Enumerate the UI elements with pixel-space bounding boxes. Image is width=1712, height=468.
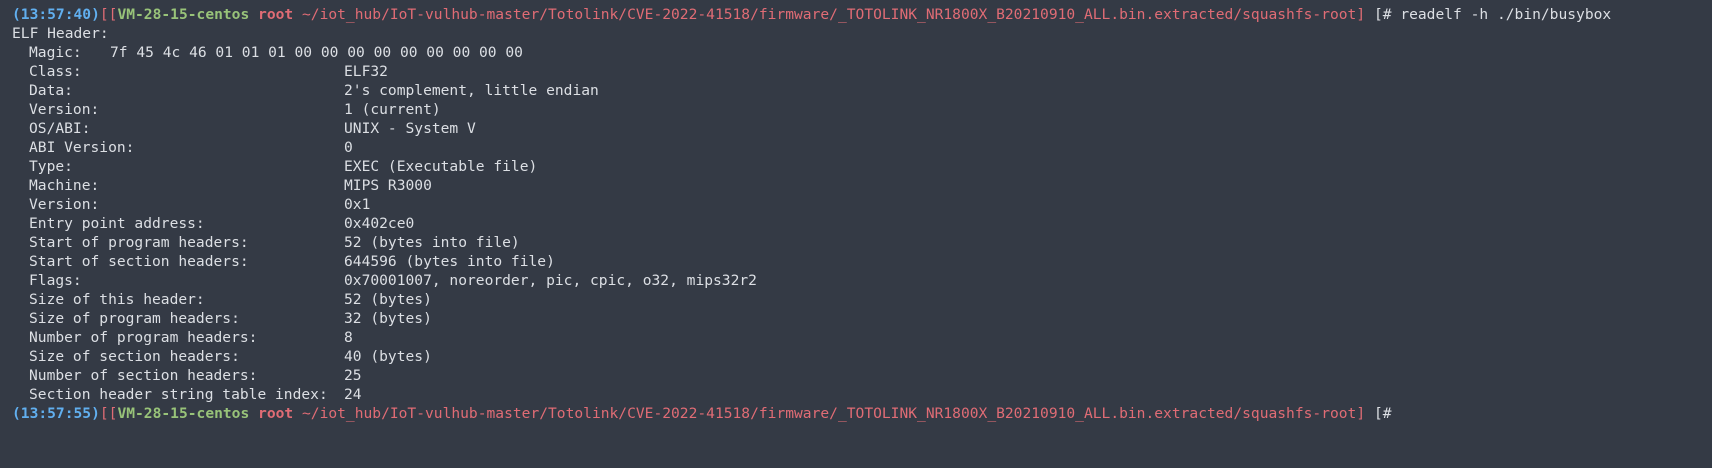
prompt-bracket-open: [[ — [99, 405, 118, 422]
prompt-hash: [# — [1373, 6, 1392, 23]
command-text: readelf -h ./bin/busybox — [1400, 6, 1612, 23]
elf-field-row: Machine: MIPS R3000 — [12, 176, 1712, 195]
prompt-line-2[interactable]: (13:57:55)[[VM-28-15-centos root ~/iot_h… — [12, 404, 1712, 423]
prompt-host: VM-28-15-centos — [117, 6, 250, 23]
field-key: Start of section headers: — [29, 253, 249, 270]
field-value: 52 (bytes) — [344, 291, 432, 308]
elf-field-row: Size of this header: 52 (bytes) — [12, 290, 1712, 309]
elf-field-row: Data: 2's complement, little endian — [12, 81, 1712, 100]
prompt-path: ~/iot_hub/IoT-vulhub-master/Totolink/CVE… — [302, 6, 1357, 23]
field-key: Number of program headers: — [29, 329, 258, 346]
field-value: 644596 (bytes into file) — [344, 253, 555, 270]
field-value: 0x70001007, noreorder, pic, cpic, o32, m… — [344, 272, 757, 289]
field-value: 40 (bytes) — [344, 348, 432, 365]
prompt-hash: [# — [1373, 405, 1392, 422]
field-key: Size of section headers: — [29, 348, 240, 365]
field-key: Data: — [29, 82, 73, 99]
elf-field-row: OS/ABI: UNIX - System V — [12, 119, 1712, 138]
elf-field-row: ABI Version: 0 — [12, 138, 1712, 157]
field-key: Machine: — [29, 177, 100, 194]
field-value: UNIX - System V — [344, 120, 476, 137]
prompt-timestamp: (13:57:40) — [12, 6, 100, 23]
prompt-line-1: (13:57:40)[[VM-28-15-centos root ~/iot_h… — [12, 5, 1712, 24]
field-key: Flags: — [29, 272, 82, 289]
prompt-bracket-close: ] — [1356, 6, 1366, 23]
field-key: Magic: — [29, 44, 82, 61]
elf-field-row: Flags: 0x70001007, noreorder, pic, cpic, … — [12, 271, 1712, 290]
field-key: Size of this header: — [29, 291, 205, 308]
elf-field-row: Number of program headers: 8 — [12, 328, 1712, 347]
prompt-timestamp: (13:57:55) — [12, 405, 100, 422]
field-value: 8 — [344, 329, 353, 346]
elf-field-row: Number of section headers: 25 — [12, 366, 1712, 385]
prompt-bracket-close: ] — [1356, 405, 1366, 422]
prompt-path: ~/iot_hub/IoT-vulhub-master/Totolink/CVE… — [302, 405, 1357, 422]
field-key: ABI Version: — [29, 139, 135, 156]
field-value: 1 (current) — [344, 101, 441, 118]
prompt-bracket-open: [[ — [99, 6, 118, 23]
elf-field-row: Version: 0x1 — [12, 195, 1712, 214]
field-value: 0x402ce0 — [344, 215, 415, 232]
prompt-user: root — [258, 6, 294, 23]
field-value: 0 — [344, 139, 353, 156]
prompt-user: root — [258, 405, 294, 422]
field-key: Version: — [29, 196, 100, 213]
field-key: Section header string table index: — [29, 386, 328, 403]
elf-header-title: ELF Header: — [12, 25, 109, 42]
field-value: 2's complement, little endian — [344, 82, 599, 99]
elf-field-row: Type: EXEC (Executable file) — [12, 157, 1712, 176]
prompt-host: VM-28-15-centos — [117, 405, 250, 422]
field-key: Number of section headers: — [29, 367, 258, 384]
elf-field-row: Size of program headers: 32 (bytes) — [12, 309, 1712, 328]
field-key: OS/ABI: — [29, 120, 91, 137]
field-key: Version: — [29, 101, 100, 118]
field-value: 25 — [344, 367, 362, 384]
elf-field-row: Entry point address: 0x402ce0 — [12, 214, 1712, 233]
field-value: 52 (bytes into file) — [344, 234, 520, 251]
elf-field-row: Size of section headers: 40 (bytes) — [12, 347, 1712, 366]
elf-field-row: Section header string table index: 24 — [12, 385, 1712, 404]
field-key: Start of program headers: — [29, 234, 249, 251]
field-value: ELF32 — [344, 63, 388, 80]
field-key: Class: — [29, 63, 82, 80]
terminal-window[interactable]: (13:57:40)[[VM-28-15-centos root ~/iot_h… — [0, 0, 1712, 468]
elf-magic-row: Magic: 7f 45 4c 46 01 01 01 00 00 00 00 0… — [12, 43, 1712, 62]
field-value: 7f 45 4c 46 01 01 01 00 00 00 00 00 00 0… — [110, 44, 523, 61]
elf-field-row: Version: 1 (current) — [12, 100, 1712, 119]
field-value: MIPS R3000 — [344, 177, 432, 194]
field-key: Type: — [29, 158, 73, 175]
field-key: Entry point address: — [29, 215, 205, 232]
elf-field-row: Class: ELF32 — [12, 62, 1712, 81]
field-value: EXEC (Executable file) — [344, 158, 538, 175]
elf-field-row: Start of section headers: 644596 (bytes i… — [12, 252, 1712, 271]
field-value: 32 (bytes) — [344, 310, 432, 327]
field-value: 24 — [344, 386, 362, 403]
field-key: Size of program headers: — [29, 310, 240, 327]
field-value: 0x1 — [344, 196, 371, 213]
elf-field-row: Start of program headers: 52 (bytes into … — [12, 233, 1712, 252]
